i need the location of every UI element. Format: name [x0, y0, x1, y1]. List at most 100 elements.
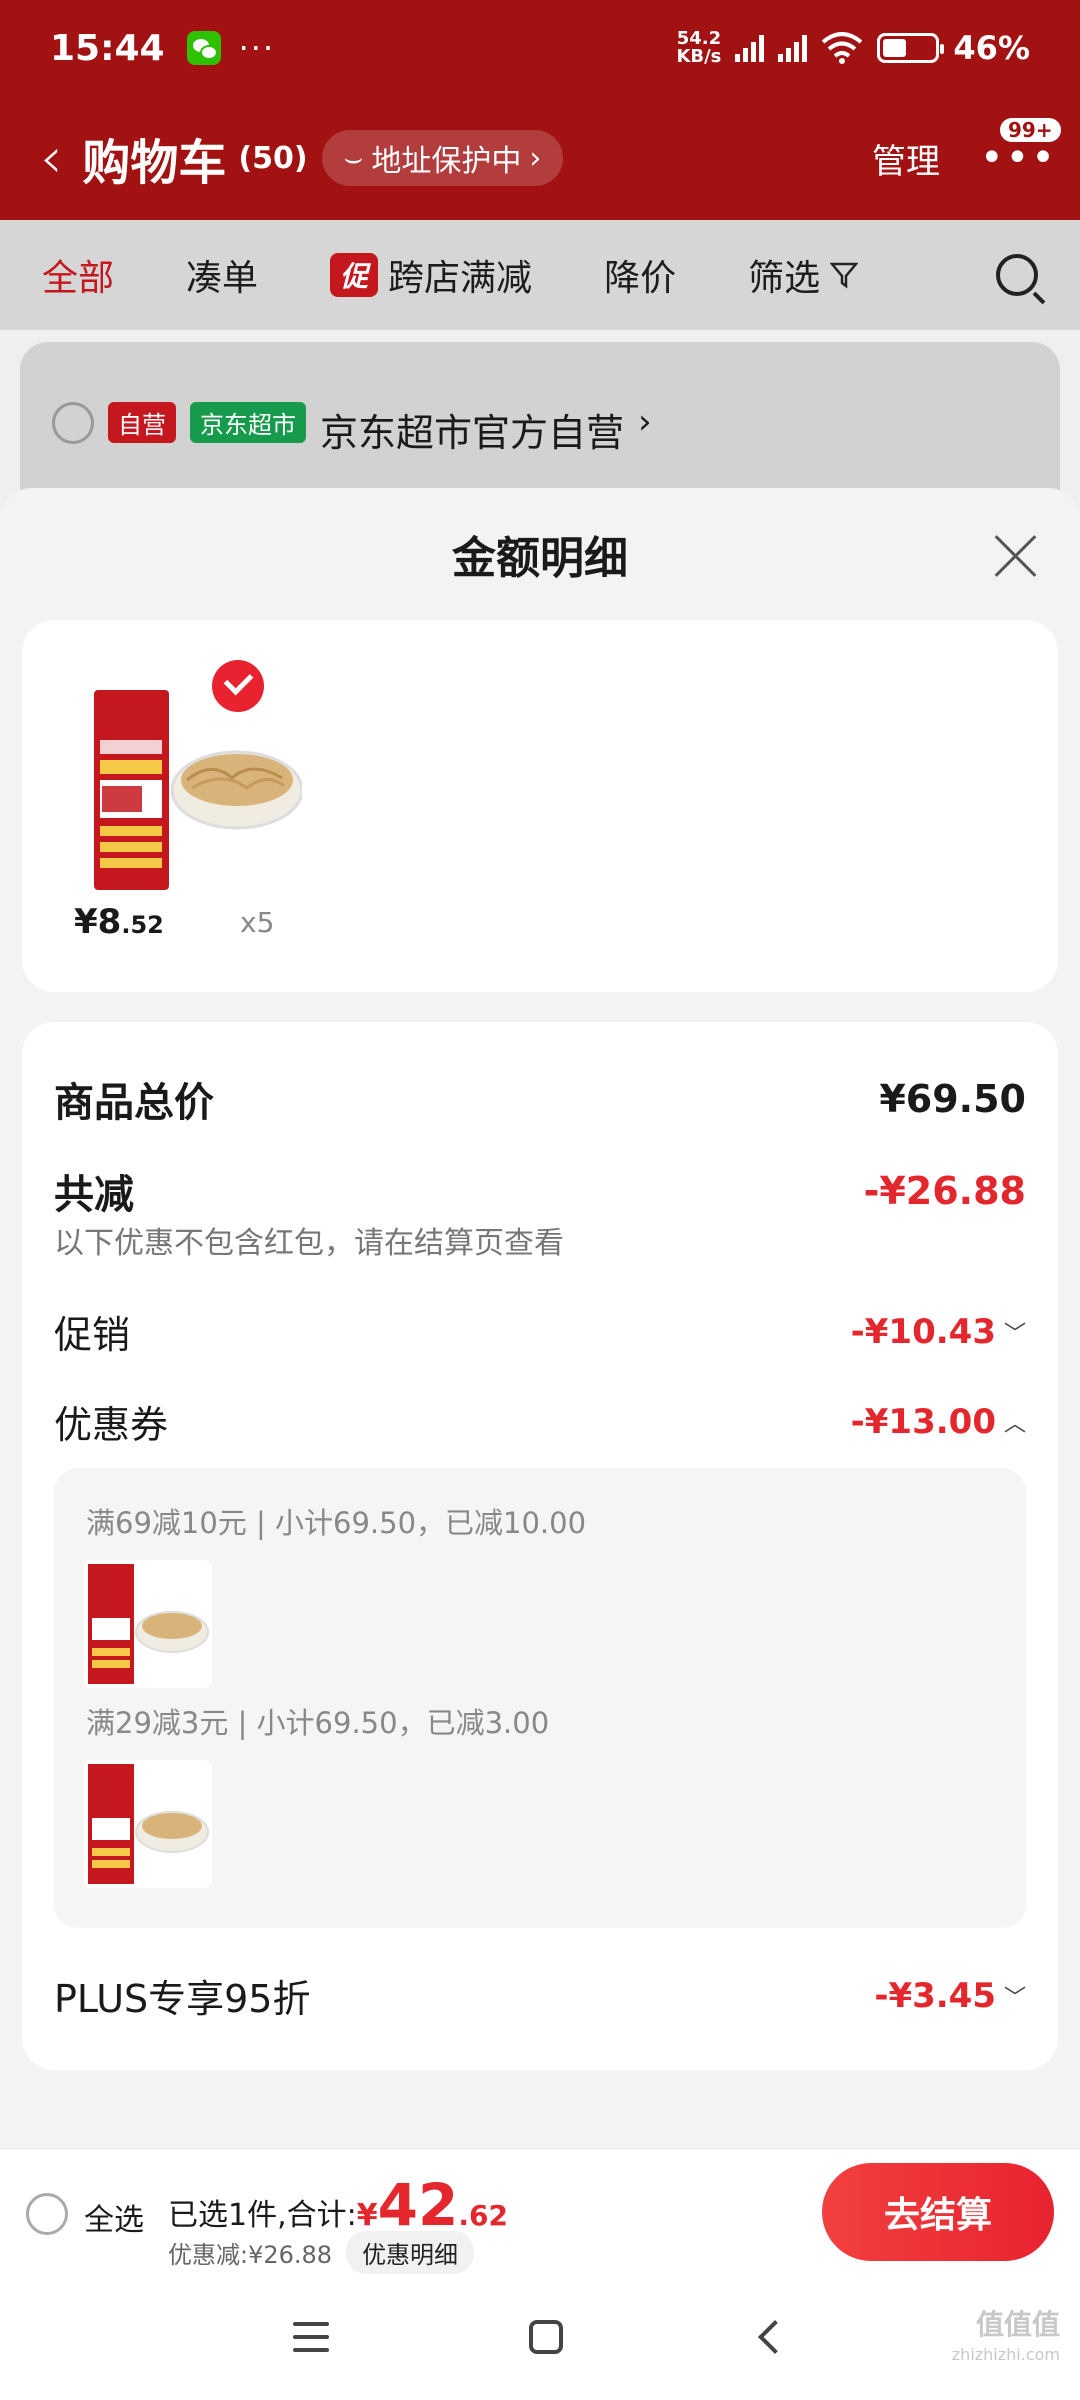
battery-percent: 46% [953, 29, 1030, 67]
coupon-product-image [84, 1560, 212, 1688]
search-icon[interactable] [996, 254, 1038, 296]
signal-icon [735, 34, 765, 62]
chevron-right-icon: › [529, 140, 542, 176]
tab-bundle[interactable]: 凑单 [186, 249, 258, 301]
coupon-desc: 满29减3元 | 小计69.50，已减3.00 [86, 1706, 550, 1740]
coupon-value: -¥13.00 [850, 1401, 996, 1442]
reduction-value: -¥26.88 [863, 1169, 1026, 1213]
filter-label: 筛选 [748, 258, 821, 299]
system-nav-bar [0, 2274, 1080, 2400]
more-notifications-icon: ··· [238, 29, 276, 67]
reduction-label: 共减 [54, 1172, 134, 1218]
coupon-amount: -¥13.00 ︿ [851, 1402, 1026, 1442]
more-menu-button[interactable]: ••• 99+ [980, 118, 1061, 178]
watermark: 值值值 zhizhizhi.com [952, 2310, 1060, 2370]
self-operated-tag: 自营 [108, 402, 176, 443]
promo-tag: 促 [330, 253, 379, 297]
chevron-down-icon: ﹀ [1003, 1321, 1026, 1347]
plus-discount-row[interactable]: PLUS专享95折 -¥3.45 ﹀ [54, 1968, 1026, 2023]
close-icon[interactable] [992, 532, 1038, 578]
coupon-desc: 满69减10元 | 小计69.50，已减10.00 [86, 1506, 587, 1540]
protection-icon: ⌣ [343, 140, 364, 176]
watermark-site: 值值值 [975, 2308, 1060, 2341]
total-label: 商品总价 [54, 1080, 214, 1126]
jd-market-tag: 京东超市 [190, 402, 306, 443]
message-count-badge: 99+ [1000, 118, 1061, 142]
select-all-label[interactable]: 全选 [84, 2195, 144, 2239]
cart-header: ‹ 购物车 (50) ⌣ 地址保护中 › 管理 ••• 99+ [0, 96, 1080, 220]
address-protection-badge[interactable]: ⌣ 地址保护中 › [321, 130, 564, 186]
filter-tabs: 全部 凑单 促 跨店满减 降价 筛选 [0, 220, 1080, 330]
battery-icon [877, 33, 945, 63]
unit-price: ¥8.52 [74, 902, 164, 942]
selected-count-text: 已选1件,合计: [168, 2198, 357, 2233]
tab-cross-store[interactable]: 促 跨店满减 [330, 249, 532, 301]
unit-price-main: ¥8 [74, 902, 122, 942]
promo-value: -¥10.43 [850, 1311, 996, 1352]
discount-line: 优惠减:¥26.88 优惠明细 [168, 2231, 475, 2274]
amount-detail-sheet: 金额明细 ¥8.52 x5 商品总价 ¥69.50 共减 -¥26.88 以下优… [0, 488, 1080, 2148]
wifi-icon [822, 32, 863, 64]
tab-cross-store-label: 跨店满减 [388, 258, 533, 299]
tab-all[interactable]: 全部 [42, 249, 114, 301]
selected-check-icon [212, 660, 264, 712]
status-bar: 15:44 ··· 54.2 KB/s 46% [0, 0, 1080, 96]
back-nav-icon[interactable] [758, 2320, 792, 2354]
promo-label: 促销 [54, 1313, 131, 1357]
sheet-title: 金额明细 [452, 533, 628, 584]
product-card: ¥8.52 x5 [22, 620, 1058, 992]
discount-detail-button[interactable]: 优惠明细 [346, 2231, 475, 2274]
plus-value: -¥3.45 [874, 1975, 996, 2016]
watermark-url: zhizhizhi.com [951, 2345, 1060, 2364]
product-image[interactable] [72, 660, 302, 890]
total-price: ¥ 42 .62 [357, 2171, 508, 2239]
page-title: 购物车 [82, 135, 227, 191]
plus-label: PLUS专享95折 [54, 1977, 311, 2021]
price-breakdown-card: 商品总价 ¥69.50 共减 -¥26.88 以下优惠不包含红包，请在结算页查看… [22, 1022, 1058, 2070]
wechat-notification-icon [186, 31, 221, 65]
selected-summary: 已选1件,合计: ¥ 42 .62 [168, 2171, 508, 2239]
status-indicators: 54.2 KB/s 46% [676, 29, 1030, 67]
tab-bundle-label: 凑单 [186, 258, 259, 299]
total-price-integer: 42 [377, 2171, 459, 2239]
checkout-bar: 全选 已选1件,合计: ¥ 42 .62 优惠减:¥26.88 优惠明细 去结算 [0, 2148, 1080, 2274]
coupon-label: 优惠券 [54, 1403, 169, 1447]
coupon-detail-panel: 满69减10元 | 小计69.50，已减10.00 满29减3元 | 小计69.… [54, 1468, 1026, 1928]
chevron-down-icon: ﹀ [1003, 1985, 1026, 2011]
total-value: ¥69.50 [879, 1077, 1026, 1121]
home-icon[interactable] [529, 2320, 563, 2354]
chevron-right-icon: › [638, 402, 652, 442]
unit-price-decimal: .52 [121, 911, 164, 939]
signal-icon-2 [778, 34, 808, 62]
filter-button[interactable]: 筛选 [748, 249, 859, 301]
checkout-button[interactable]: 去结算 [822, 2163, 1054, 2261]
select-all-radio[interactable] [26, 2193, 68, 2235]
shop-select-radio[interactable] [52, 402, 94, 444]
promo-row[interactable]: 促销 -¥10.43 ﹀ [54, 1304, 1026, 1359]
promo-amount: -¥10.43 ﹀ [851, 1312, 1026, 1352]
plus-amount: -¥3.45 ﹀ [874, 1976, 1026, 2016]
reduction-note: 以下优惠不包含红包，请在结算页查看 [54, 1226, 564, 1261]
filter-icon [830, 262, 859, 289]
tab-price-drop-label: 降价 [604, 258, 677, 299]
chevron-up-icon: ︿ [1003, 1411, 1026, 1437]
coupon-product-image [84, 1760, 212, 1888]
total-row: 商品总价 ¥69.50 [54, 1070, 1026, 1128]
shop-name[interactable]: 京东超市官方自营 [320, 402, 624, 457]
manage-button[interactable]: 管理 [872, 134, 940, 183]
discount-text: 优惠减:¥26.88 [168, 2241, 333, 2269]
tab-price-drop[interactable]: 降价 [604, 249, 676, 301]
currency-symbol: ¥ [356, 2198, 378, 2233]
reduction-row: 共减 -¥26.88 [54, 1162, 1026, 1220]
quantity: x5 [240, 906, 275, 939]
cart-count: (50) [238, 140, 308, 176]
network-speed-unit: KB/s [676, 46, 722, 67]
status-time: 15:44 [50, 27, 165, 69]
total-price-decimal: .62 [458, 2199, 508, 2232]
recent-apps-icon[interactable] [293, 2322, 329, 2352]
address-protection-label: 地址保护中 [371, 144, 522, 179]
sheet-header: 金额明细 [0, 488, 1080, 620]
back-icon[interactable]: ‹ [40, 126, 62, 191]
coupon-row[interactable]: 优惠券 -¥13.00 ︿ [54, 1394, 1026, 1449]
tab-all-label: 全部 [42, 258, 115, 299]
